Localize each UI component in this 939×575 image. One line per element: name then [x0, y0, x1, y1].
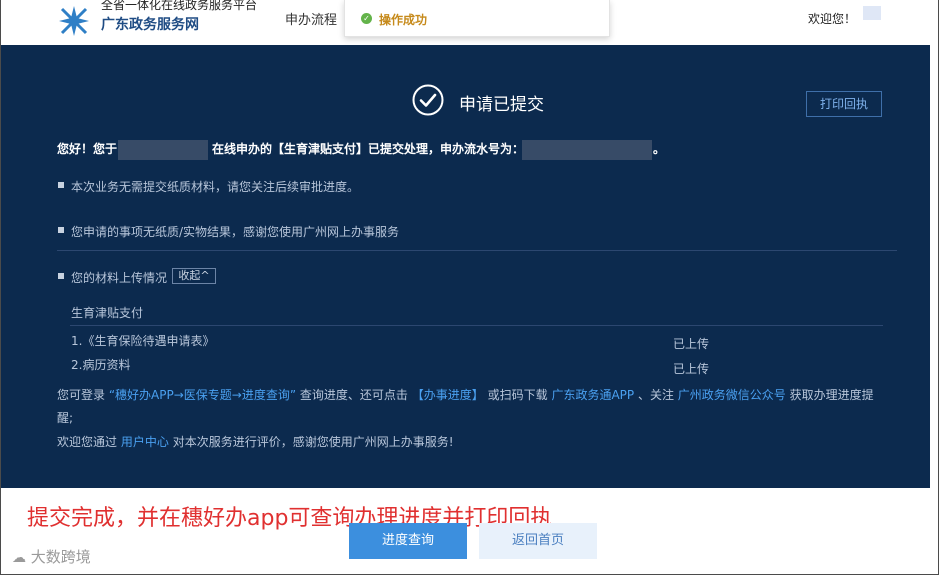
- bullet-icon: [58, 273, 64, 279]
- info-text: 查询进度、还可点击: [299, 388, 408, 402]
- site-title[interactable]: 广东政务服务网: [101, 14, 199, 34]
- bullet-icon: [58, 227, 64, 233]
- wechat-account-link[interactable]: 广州政务微信公众号: [678, 388, 786, 402]
- success-toast: ✓ 操作成功: [344, 0, 610, 37]
- submitted-title: 申请已提交: [459, 95, 544, 115]
- materials-group-title: 生育津贴支付: [71, 306, 144, 320]
- watermark: ☁ 大数跨境: [12, 546, 91, 567]
- greeting-start: 您好！您于: [57, 142, 118, 156]
- materials-label: 您的材料上传情况: [71, 271, 168, 285]
- progress-link[interactable]: 【办事进度】: [412, 388, 484, 402]
- submitted-check-icon: [412, 84, 444, 116]
- materials-divider: [70, 325, 883, 326]
- greeting-body: 在线申办的【生育津贴支付】已提交处理，申办流水号为：: [212, 142, 525, 156]
- info-text: 、关注: [637, 388, 674, 402]
- section-divider: [57, 250, 897, 251]
- progress-query-button[interactable]: 进度查询: [349, 523, 467, 559]
- print-receipt-button[interactable]: 打印回执: [806, 91, 882, 117]
- material-item-name: 1.《生育保险待遇申请表》: [71, 334, 215, 348]
- bullet-icon: [58, 182, 64, 188]
- back-home-button[interactable]: 返回首页: [479, 523, 597, 559]
- redacted-date: [118, 140, 208, 160]
- info-text-wrap: 醒;: [57, 411, 74, 425]
- notice-no-paper: 本次业务无需提交纸质材料，请您关注后续审批进度。: [71, 180, 360, 194]
- gdzwt-app-link[interactable]: 广东政务通APP: [551, 388, 634, 402]
- collapse-button[interactable]: 收起^: [172, 268, 216, 284]
- material-item-status: 已上传: [673, 362, 710, 376]
- site-logo-icon[interactable]: [57, 4, 91, 38]
- annotation-caption: 提交完成，并在穗好办app可查询办理进度并打印回执: [27, 506, 553, 531]
- eval-text: 对本次服务进行评价，感谢您使用广州网上办事服务!: [172, 435, 454, 449]
- redacted-serial-number: [522, 140, 652, 160]
- evaluation-line: 欢迎您通过 用户中心 对本次服务进行评价，感谢您使用广州网上办事服务!: [57, 433, 454, 450]
- material-item-name: 2.病历资料: [71, 358, 131, 372]
- info-text: 获取办理进度提: [789, 388, 874, 402]
- greeting-end: 。: [653, 142, 666, 156]
- toast-message: 操作成功: [379, 13, 428, 27]
- welcome-text: 欢迎您！: [808, 12, 857, 26]
- check-icon: ✓: [361, 13, 372, 24]
- watermark-logo-icon: ☁: [12, 550, 26, 566]
- material-item-status: 已上传: [673, 337, 710, 351]
- watermark-text: 大数跨境: [30, 548, 91, 566]
- app-progress-link[interactable]: “穗好办APP→医保专题→进度查询”: [109, 388, 296, 402]
- site-subtitle: 全省一体化在线政务服务平台: [101, 0, 258, 12]
- progress-info-line: 您可登录 “穗好办APP→医保专题→进度查询” 查询进度、还可点击 【办事进度】…: [57, 386, 874, 403]
- nav-apply-process[interactable]: 申办流程: [285, 9, 337, 28]
- user-avatar[interactable]: [863, 6, 881, 20]
- panel-edge: [930, 45, 938, 488]
- notice-no-physical-result: 您申请的事项无纸质/实物结果，感谢您使用广州网上办事服务: [71, 225, 400, 239]
- user-center-link[interactable]: 用户中心: [121, 435, 169, 449]
- eval-text: 欢迎您通过: [57, 435, 118, 449]
- info-text: 或扫码下载: [487, 388, 548, 402]
- info-text: 您可登录: [57, 388, 106, 402]
